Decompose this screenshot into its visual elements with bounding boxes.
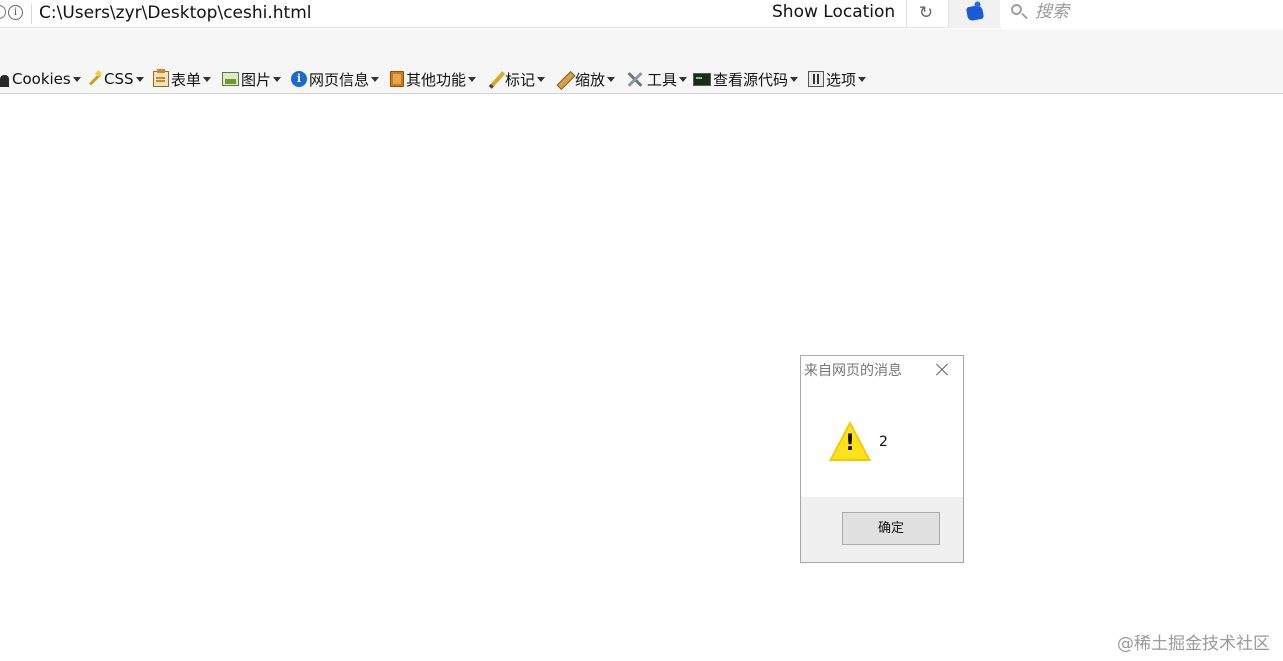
ok-button[interactable]: 确定 — [842, 512, 940, 545]
ruler-icon — [557, 71, 573, 87]
tools-icon — [625, 71, 645, 87]
chevron-down-icon — [72, 76, 81, 82]
close-icon[interactable] — [933, 361, 951, 379]
watermark: @稀土掘金技术社区 — [1117, 634, 1270, 654]
chevron-down-icon — [679, 76, 688, 82]
search-box[interactable]: 搜索 — [1001, 0, 1283, 28]
css-wand-icon — [86, 71, 102, 87]
site-info-button[interactable]: i — [0, 2, 28, 24]
toolbar-item-label: CSS — [104, 70, 134, 88]
divider — [31, 4, 32, 24]
dialog-message: 2 — [879, 434, 888, 450]
toolbar-item-css[interactable]: CSS — [86, 69, 144, 89]
book-icon — [390, 71, 404, 87]
chevron-down-icon — [135, 76, 144, 82]
options-icon — [808, 71, 824, 87]
dialog-footer: 确定 — [801, 497, 963, 562]
chevron-down-icon — [468, 76, 477, 82]
back-button-edge-icon[interactable] — [0, 5, 6, 19]
web-developer-toolbar: Cookies CSS 表单 图片 i 网页信息 其他功能 标记 缩放 工具 查… — [0, 65, 1283, 94]
image-icon — [222, 72, 239, 86]
toolbar-item-label: 表单 — [171, 70, 202, 89]
show-location-button[interactable]: Show Location — [772, 1, 895, 23]
toolbar-item-forms[interactable]: 表单 — [153, 69, 212, 89]
pencil-icon — [487, 71, 503, 87]
toolbar-item-label: 标记 — [505, 70, 536, 89]
toolbar-item-tools[interactable]: 工具 — [625, 69, 688, 89]
toolbar-item-label: Cookies — [12, 70, 71, 88]
chevron-down-icon — [273, 76, 282, 82]
toolbar-item-view-source[interactable]: 查看源代码 — [693, 69, 799, 89]
address-bar: i C:\Users\zyr\Desktop\ceshi.html Show L… — [0, 0, 1283, 28]
toolbar-item-label: 缩放 — [575, 70, 606, 89]
extension-button[interactable] — [948, 0, 1000, 28]
toolbar-item-page-info[interactable]: i 网页信息 — [291, 69, 380, 89]
chevron-down-icon — [790, 76, 799, 82]
info-icon: i — [291, 71, 307, 87]
chevron-down-icon — [371, 76, 380, 82]
toolbar-item-label: 其他功能 — [406, 70, 467, 89]
chevron-down-icon — [858, 76, 867, 82]
toolbar-item-misc[interactable]: 其他功能 — [390, 69, 477, 89]
chevron-down-icon — [607, 76, 616, 82]
extension-icon[interactable] — [965, 4, 985, 22]
terminal-icon — [693, 72, 711, 86]
toolbar-item-label: 选项 — [826, 70, 857, 89]
divider — [906, 0, 907, 28]
dialog-title: 来自网页的消息 — [804, 363, 902, 379]
alert-dialog: 来自网页的消息 ! 2 确定 — [800, 355, 964, 563]
toolbar-item-images[interactable]: 图片 — [222, 69, 282, 89]
warning-icon: ! — [829, 421, 871, 463]
toolbar-item-resize[interactable]: 缩放 — [557, 69, 616, 89]
toolbar-item-label: 图片 — [241, 70, 272, 89]
toolbar-item-label: 工具 — [647, 70, 678, 89]
reload-icon[interactable]: ↻ — [913, 1, 939, 25]
toolbar-item-label: 查看源代码 — [713, 70, 789, 89]
toolbar-item-outline[interactable]: 标记 — [487, 69, 546, 89]
site-info-icon[interactable]: i — [8, 5, 23, 20]
toolbar-item-options[interactable]: 选项 — [808, 69, 867, 89]
toolbar-item-label: 网页信息 — [309, 70, 370, 89]
toolbar-spacer — [0, 29, 1283, 65]
url-field[interactable]: C:\Users\zyr\Desktop\ceshi.html — [39, 2, 311, 24]
search-icon — [1010, 2, 1028, 22]
search-input[interactable]: 搜索 — [1035, 1, 1069, 23]
chevron-down-icon — [203, 76, 212, 82]
cookie-icon — [0, 71, 10, 87]
clipboard-icon — [153, 69, 169, 87]
toolbar-item-cookies[interactable]: Cookies — [0, 69, 81, 89]
chevron-down-icon — [537, 76, 546, 82]
